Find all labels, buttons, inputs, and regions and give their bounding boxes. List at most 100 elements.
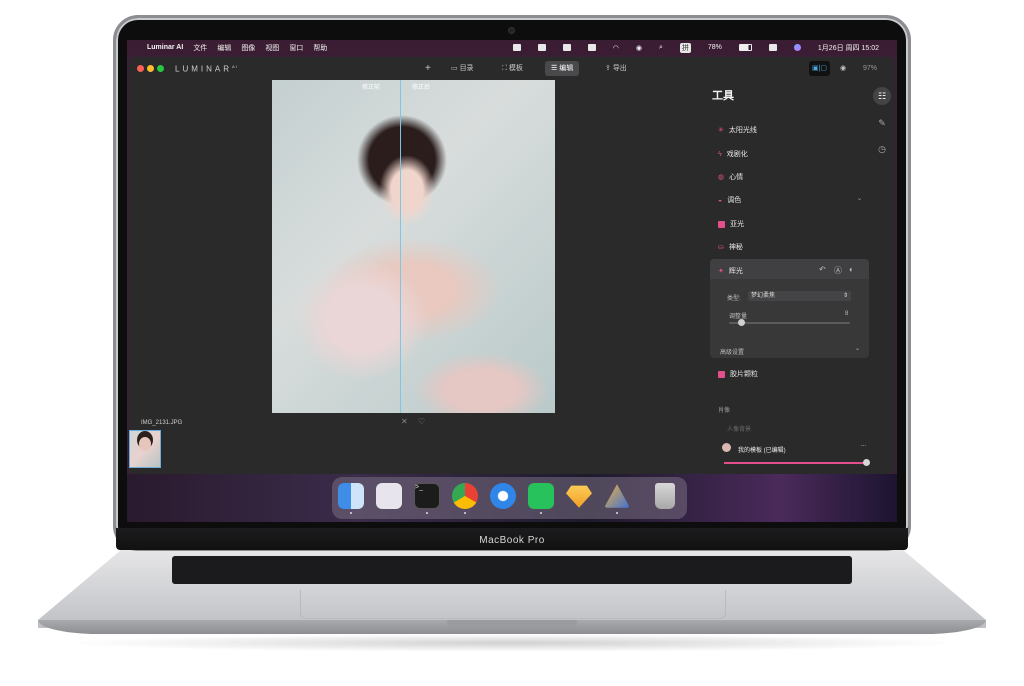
tab-templates-label: 模板 xyxy=(508,65,523,72)
template-strength-handle[interactable] xyxy=(863,459,870,466)
tool-film-grain-label: 胶片颗粒 xyxy=(730,371,758,378)
tab-templates[interactable]: ⛶ 模板 xyxy=(496,61,529,76)
chevron-down-icon[interactable]: ⌄ xyxy=(857,195,862,202)
tool-glow-label: 辉光 xyxy=(728,268,743,275)
siri-icon[interactable] xyxy=(793,44,801,51)
wifi-icon[interactable]: ◠ xyxy=(613,44,619,52)
tool-matte[interactable]: 亚光 xyxy=(718,219,744,229)
amount-value: 8 xyxy=(845,311,849,317)
control-center-icon[interactable] xyxy=(768,44,777,51)
tool-mood[interactable]: ◍ 心情 xyxy=(718,172,743,182)
luminar-running-indicator xyxy=(616,512,618,514)
keyboard xyxy=(172,556,852,584)
zoom-window-button[interactable] xyxy=(157,65,164,72)
zoom-level[interactable]: 97% xyxy=(857,61,883,76)
luminar-window: LUMINARAI + ▭ 目录 ⛶ 模板 ☰ 编辑 ⇪ 导出 ▣|▢ ◉ 97… xyxy=(129,57,895,474)
share-icon: ⇪ xyxy=(605,65,613,72)
finder-running-indicator xyxy=(350,512,352,514)
wechat-icon[interactable] xyxy=(587,44,596,51)
more-button[interactable]: ... xyxy=(861,442,866,448)
eye-icon[interactable]: ◉ xyxy=(834,61,852,76)
my-template-label[interactable]: 我的模板 (已编辑) xyxy=(738,445,786,454)
template-avatar xyxy=(722,443,731,452)
mystic-icon: ⛀ xyxy=(718,244,724,251)
amount-label: 调整量 xyxy=(729,314,748,320)
tools-icon[interactable]: ☷ xyxy=(873,87,891,105)
favorite-icon[interactable]: ♡ xyxy=(418,417,425,426)
cast-icon[interactable] xyxy=(562,44,571,51)
battery-percent: 78% xyxy=(707,44,722,51)
search-icon[interactable]: ⌕ xyxy=(659,44,663,52)
menu-view[interactable]: 视图 xyxy=(265,43,279,53)
portrait-section-title: 肖像 xyxy=(718,408,731,414)
app-logo: LUMINARAI xyxy=(175,64,238,74)
folder-icon: ▭ xyxy=(451,65,460,72)
tool-drama[interactable]: ϟ 戏剧化 xyxy=(718,149,748,159)
tab-edit[interactable]: ☰ 编辑 xyxy=(545,61,580,76)
app-toolbar: LUMINARAI + ▭ 目录 ⛶ 模板 ☰ 编辑 ⇪ 导出 ▣|▢ ◉ 97… xyxy=(129,57,895,79)
auto-icon[interactable]: Ⓐ xyxy=(834,265,842,276)
menu-app-name[interactable]: Luminar AI xyxy=(147,44,183,51)
menu-window[interactable]: 窗口 xyxy=(289,43,303,53)
menu-help[interactable]: 帮助 xyxy=(313,43,327,53)
sparkle-icon: ✦ xyxy=(718,268,724,275)
safari-icon[interactable] xyxy=(490,483,516,509)
menu-image[interactable]: 图像 xyxy=(241,43,255,53)
tool-mystic-label: 神秘 xyxy=(728,244,743,251)
tool-sun-rays[interactable]: ✳ 太阳光线 xyxy=(718,125,757,135)
templates-icon: ⛶ xyxy=(502,65,509,72)
tool-color[interactable]: ◒ 调色 xyxy=(718,195,741,205)
battery-icon[interactable] xyxy=(738,44,752,51)
tab-catalog[interactable]: ▭ 目录 xyxy=(445,61,480,76)
status-app-icon[interactable] xyxy=(512,44,521,51)
filename-label: IMG_2131.JPG xyxy=(141,420,183,426)
bookmark-icon[interactable] xyxy=(537,44,546,51)
clock-datetime[interactable]: 1月26日 周四 15:02 xyxy=(818,43,879,53)
amount-slider-handle[interactable] xyxy=(738,319,745,326)
amount-slider[interactable] xyxy=(729,322,850,324)
add-photo-button[interactable]: + xyxy=(419,61,437,76)
logo-text: LUMINAR xyxy=(175,64,233,74)
before-after-divider[interactable] xyxy=(400,80,401,413)
finder-icon[interactable] xyxy=(338,483,364,509)
input-method[interactable]: 拼 xyxy=(679,42,691,53)
lightning-icon: ϟ xyxy=(718,150,722,158)
laptop-shadow xyxy=(60,634,964,652)
toggle-icon[interactable]: ◐ xyxy=(849,265,854,274)
compare-view-button[interactable]: ▣|▢ xyxy=(809,61,831,76)
select-arrows-icon: ⇕ xyxy=(842,293,848,299)
close-window-button[interactable] xyxy=(137,65,144,72)
record-icon[interactable]: ◉ xyxy=(636,44,642,52)
terminal-icon[interactable]: >_ xyxy=(414,483,440,509)
template-strength-slider[interactable] xyxy=(724,462,867,464)
sun-rays-icon: ✳ xyxy=(718,127,724,134)
camera-icon xyxy=(509,28,514,33)
menu-file[interactable]: 文件 xyxy=(193,43,207,53)
tool-film-grain[interactable]: 胶片颗粒 xyxy=(718,369,758,379)
launchpad-icon[interactable] xyxy=(376,483,402,509)
menu-edit[interactable]: 编辑 xyxy=(217,43,231,53)
trackpad xyxy=(300,590,726,619)
minimize-window-button[interactable] xyxy=(147,65,154,72)
trash-icon[interactable] xyxy=(655,483,675,509)
filmstrip-thumbnail[interactable] xyxy=(129,430,161,468)
matte-icon xyxy=(718,220,725,228)
glow-type-select[interactable]: 梦幻柔焦 ⇕ xyxy=(748,291,851,301)
laptop-brand: MacBook Pro xyxy=(479,535,545,546)
tool-mystic[interactable]: ⛀ 神秘 xyxy=(718,242,743,252)
portrait-sub[interactable]: 人像背景 xyxy=(727,424,751,433)
reject-icon[interactable]: ✕ xyxy=(401,417,408,426)
tab-export[interactable]: ⇪ 导出 xyxy=(599,61,633,76)
tool-matte-label: 亚光 xyxy=(730,221,744,228)
chrome-icon[interactable] xyxy=(452,483,478,509)
advanced-chevron-icon[interactable]: ⌄ xyxy=(855,345,860,352)
wechat-app-icon[interactable] xyxy=(528,483,554,509)
advanced-settings[interactable]: 高级设置 xyxy=(720,347,744,356)
history-icon[interactable]: ◷ xyxy=(873,140,891,158)
photo-canvas[interactable] xyxy=(272,80,555,413)
brush-icon[interactable]: ✎ xyxy=(873,114,891,132)
tool-glow[interactable]: ✦ 辉光 xyxy=(718,266,743,276)
after-label: 修正后 xyxy=(412,85,431,91)
undo-icon[interactable]: ↶ xyxy=(819,265,826,274)
panel-title: 工具 xyxy=(712,90,734,102)
